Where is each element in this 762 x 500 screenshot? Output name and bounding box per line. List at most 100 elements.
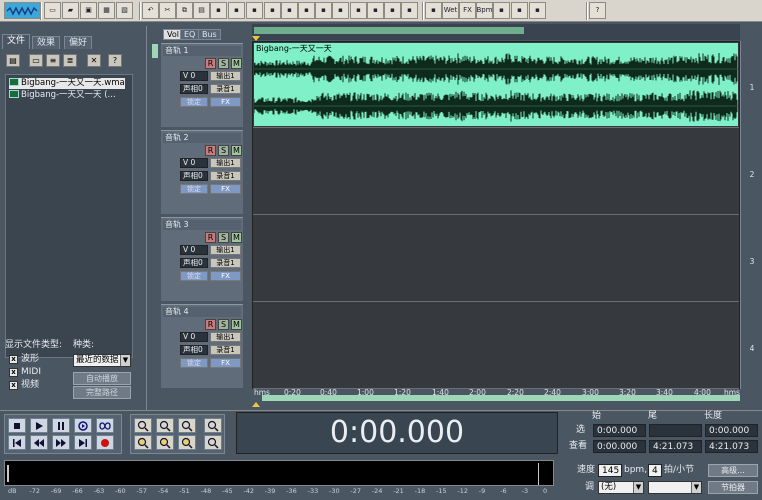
cd-icon[interactable]: ▪ — [529, 2, 546, 19]
pan-field[interactable]: 声相0 — [180, 84, 208, 94]
track-lane-1[interactable]: Bigbang-一天又一天 — [253, 42, 739, 128]
volume-field[interactable]: V 0 — [180, 71, 208, 81]
fx-button[interactable]: FX — [210, 184, 241, 194]
pan-field[interactable]: 声相0 — [180, 258, 208, 268]
mute-button[interactable]: M — [231, 145, 242, 156]
record-arm-button[interactable]: R — [205, 232, 216, 243]
pan-field[interactable]: 声相0 — [180, 345, 208, 355]
lock-button[interactable]: 锁定 — [180, 97, 208, 107]
view-begin-field[interactable]: 0:00.000 — [593, 440, 646, 453]
audio-clip[interactable]: Bigbang-一天又一天 — [254, 43, 738, 126]
open-file-icon[interactable]: ▤ — [6, 54, 20, 67]
volume-field[interactable]: V 0 — [180, 332, 208, 342]
track-name[interactable]: 音轨 1 — [163, 46, 241, 56]
lock-button[interactable]: 锁定 — [180, 358, 208, 368]
record-button[interactable]: 录音1 — [210, 84, 241, 94]
settings-icon[interactable]: ▪ — [401, 2, 418, 19]
track-header[interactable]: 音轨 3 RSM V 0 输出1 声相0 录音1 锁定 FX — [161, 217, 243, 301]
help-icon[interactable]: ? — [589, 2, 606, 19]
tempo-input[interactable]: 145 — [598, 464, 622, 477]
time-signature-select[interactable]: ▼ — [648, 481, 702, 494]
fx-button[interactable]: FX — [210, 97, 241, 107]
sel-end-field[interactable] — [649, 424, 702, 437]
effects-icon[interactable]: ▪ — [350, 2, 367, 19]
insert-icon[interactable]: ▪ — [264, 2, 281, 19]
key-select[interactable]: (无) ▼ — [598, 481, 644, 494]
type-wave-checkbox[interactable]: x — [9, 355, 18, 364]
stretch-icon[interactable]: ▪ — [425, 2, 442, 19]
overview-bar[interactable] — [252, 24, 740, 41]
zoom-out-icon[interactable] — [156, 418, 174, 433]
play-to-end-icon[interactable] — [74, 418, 92, 433]
insert-file-icon[interactable]: ≡ — [46, 54, 60, 67]
save-icon[interactable]: ▦ — [98, 2, 115, 19]
output-button[interactable]: 输出1 — [210, 71, 241, 81]
export-icon[interactable]: ▪ — [493, 2, 510, 19]
loop-icon[interactable] — [96, 418, 114, 433]
fx-button[interactable]: FX — [210, 358, 241, 368]
horizontal-scrollbar[interactable] — [262, 395, 740, 401]
undo-icon[interactable]: ↶ — [142, 2, 159, 19]
sel-begin-field[interactable]: 0:00.000 — [593, 424, 646, 437]
track-lane-4[interactable] — [253, 303, 739, 389]
mute-button[interactable]: M — [231, 58, 242, 69]
track-header[interactable]: 音轨 1 RSM V 0 输出1 声相0 录音1 锁定 FX — [161, 43, 243, 127]
go-start-icon[interactable] — [8, 435, 26, 450]
track-name[interactable]: 音轨 4 — [163, 307, 241, 317]
record-arm-button[interactable]: R — [205, 145, 216, 156]
trim-icon[interactable]: ▪ — [228, 2, 245, 19]
beats-input[interactable]: 4 — [648, 464, 662, 477]
advanced-button[interactable]: 高级... — [708, 464, 758, 477]
zoom-full-icon[interactable] — [178, 418, 196, 433]
record-button[interactable]: 录音1 — [210, 171, 241, 181]
copy-icon[interactable]: ⧉ — [176, 2, 193, 19]
sel-length-field[interactable]: 0:00.000 — [705, 424, 758, 437]
noise-icon[interactable]: ▪ — [332, 2, 349, 19]
open-icon[interactable]: ▰ — [62, 2, 79, 19]
zoom-vertical-out-icon[interactable] — [204, 435, 222, 450]
mute-button[interactable]: M — [231, 319, 242, 330]
fx-icon[interactable]: FX — [459, 2, 476, 19]
type-midi-checkbox[interactable]: x — [9, 368, 18, 377]
stop-icon[interactable] — [8, 418, 26, 433]
tab-effects[interactable]: 效果 — [32, 36, 61, 49]
pan-field[interactable]: 声相0 — [180, 171, 208, 181]
multitrack-view[interactable]: Bigbang-一天又一天 — [252, 41, 740, 389]
view-end-field[interactable]: 4:21.073 — [649, 440, 702, 453]
solo-button[interactable]: S — [218, 319, 229, 330]
rewind-icon[interactable] — [30, 435, 48, 450]
solo-button[interactable]: S — [218, 145, 229, 156]
save-as-icon[interactable]: ▧ — [116, 2, 133, 19]
device-icon[interactable]: ▪ — [511, 2, 528, 19]
mute-button[interactable]: M — [231, 232, 242, 243]
auto-play-button[interactable]: 自动播放 — [73, 372, 131, 385]
silence-icon[interactable]: ▪ — [246, 2, 263, 19]
spectrum-icon[interactable]: ▪ — [367, 2, 384, 19]
track-header[interactable]: 音轨 2 RSM V 0 输出1 声相0 录音1 锁定 FX — [161, 130, 243, 214]
list-file-icon[interactable]: ≣ — [63, 54, 77, 67]
track-lane-3[interactable] — [253, 216, 739, 302]
full-path-button[interactable]: 完整路径 — [73, 386, 131, 399]
track-name[interactable]: 音轨 2 — [163, 133, 241, 143]
loop-icon[interactable]: ▪ — [384, 2, 401, 19]
zoom-right-icon[interactable] — [178, 435, 196, 450]
new-icon[interactable]: ▭ — [44, 2, 61, 19]
forward-icon[interactable] — [52, 435, 70, 450]
record-icon[interactable] — [96, 435, 114, 450]
tab-bus[interactable]: Bus — [198, 29, 221, 40]
play-icon[interactable] — [30, 418, 48, 433]
kind-select[interactable]: 最近的数据 ▼ — [73, 354, 131, 367]
zoom-left-icon[interactable] — [156, 435, 174, 450]
tab-files[interactable]: 文件 — [2, 34, 31, 49]
record-button[interactable]: 录音1 — [210, 345, 241, 355]
edit-icon[interactable]: ▪ — [298, 2, 315, 19]
wet-icon[interactable]: Wet — [442, 2, 459, 19]
track-lane-2[interactable] — [253, 129, 739, 215]
overview-range[interactable] — [254, 27, 524, 34]
pause-icon[interactable] — [52, 418, 70, 433]
wave-mode-icon[interactable] — [4, 2, 40, 19]
volume-field[interactable]: V 0 — [180, 245, 208, 255]
view-length-field[interactable]: 4:21.073 — [705, 440, 758, 453]
output-button[interactable]: 输出1 — [210, 332, 241, 342]
list-item[interactable]: Bigbang-一天又一天.wma — [9, 78, 125, 89]
